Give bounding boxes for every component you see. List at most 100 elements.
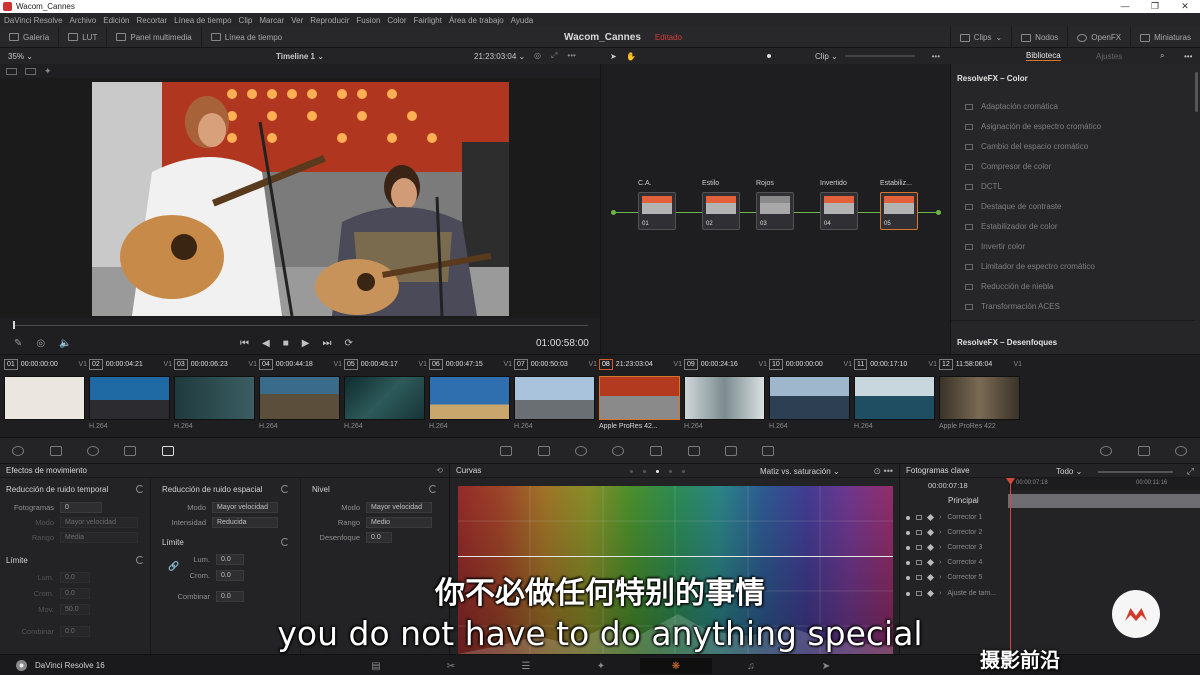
menu-davinci[interactable]: DaVinci Resolve [4, 16, 63, 25]
clip-thumbnail[interactable]: 11 00:00:17:10 V1 H.264 [854, 359, 937, 435]
more-options-icon[interactable]: ••• [1184, 52, 1192, 61]
split-view-icon[interactable] [6, 67, 17, 75]
library-item[interactable]: Cambio del espacio cromático [965, 142, 1088, 151]
menu-archivo[interactable]: Archivo [70, 16, 97, 25]
keyframe-ruler[interactable]: 00:00:07:18 00:00:11:16 [1008, 478, 1200, 490]
library-item[interactable]: Destaque de contraste [965, 202, 1062, 211]
go-to-end-button[interactable]: ⏭ [322, 338, 331, 349]
spatial-intensity-select[interactable]: Reducida [212, 517, 278, 528]
curve-page-dots[interactable] [630, 470, 685, 473]
keyframe-icon[interactable] [926, 513, 935, 522]
nodes-button[interactable]: Nodos [1011, 27, 1067, 48]
output-port[interactable] [936, 210, 941, 215]
library-item[interactable]: Asignación de espectro cromático [965, 122, 1101, 131]
pointer-icon[interactable]: ➤ [610, 52, 617, 61]
clip-thumbnail[interactable]: 03 00:00:06:23 V1 H.264 [174, 359, 257, 435]
menu-clip[interactable]: Clip [239, 16, 253, 25]
maximize-button[interactable]: ❐ [1140, 1, 1170, 12]
keyframe-filter-dropdown[interactable]: Todo ⌄ [1056, 467, 1082, 476]
node-05[interactable]: Estabiliz... 05 [880, 180, 918, 230]
playhead[interactable] [13, 321, 15, 329]
sizing-icon[interactable] [725, 446, 737, 456]
clip-thumbnail[interactable]: 04 00:00:44:18 V1 H.264 [259, 359, 342, 435]
volume-icon[interactable]: 🔈 [59, 338, 71, 349]
keyframe-track[interactable]: › Corrector 2 [906, 528, 982, 537]
reset-icon[interactable]: ⟲ [436, 466, 443, 475]
loop-button[interactable]: ⟳ [344, 338, 352, 349]
level-mode-select[interactable]: Mayor velocidad [366, 502, 432, 513]
close-button[interactable]: ✕ [1170, 1, 1200, 12]
search-icon[interactable]: ⌕ [1160, 51, 1164, 61]
node-02[interactable]: Estilo 02 [702, 180, 740, 230]
stop-button[interactable]: ■ [283, 338, 289, 349]
menu-edicion[interactable]: Edición [103, 16, 129, 25]
reset-icon[interactable] [281, 538, 289, 546]
reset-icon[interactable] [281, 485, 289, 493]
eye-icon[interactable] [1100, 446, 1112, 456]
keyframe-track[interactable]: › Corrector 3 [906, 543, 982, 552]
menu-color[interactable]: Color [387, 16, 406, 25]
keyframe-icon[interactable] [926, 528, 935, 537]
reset-icon[interactable] [136, 485, 144, 493]
menu-recortar[interactable]: Recortar [136, 16, 167, 25]
edit-page-button[interactable]: ☰ [490, 658, 562, 674]
color-match-icon[interactable] [50, 446, 62, 456]
source-timecode[interactable]: 21:23:03:04 ⌄ [474, 52, 525, 61]
keyframe-track[interactable]: › Corrector 1 [906, 513, 982, 522]
highlight-icon[interactable]: ✦ [44, 66, 52, 77]
library-item[interactable]: Reducción de niebla [965, 282, 1054, 291]
keyframe-track[interactable]: › Corrector 4 [906, 558, 982, 567]
rgb-mixer-icon[interactable] [124, 446, 136, 456]
library-item[interactable]: DCTL [965, 182, 1002, 191]
clip-thumbnail[interactable]: 02 00:00:04:21 V1 H.264 [89, 359, 172, 435]
clip-thumbnail[interactable]: 01 00:00:00:00 V1 [4, 359, 87, 435]
clips-button[interactable]: Clips ⌄ [949, 27, 1011, 48]
tracker-icon[interactable] [612, 446, 624, 456]
zoom-dropdown[interactable]: 35% ⌄ [0, 52, 33, 61]
hand-icon[interactable]: ✋ [626, 52, 636, 61]
timeline-button[interactable]: Línea de tiempo [202, 27, 291, 47]
library-category[interactable]: ResolveFX – Color [957, 74, 1028, 83]
lock-icon[interactable] [916, 560, 922, 565]
more-options-icon[interactable]: ••• [567, 51, 575, 61]
menu-area-trabajo[interactable]: Área de trabajo [449, 16, 504, 25]
library-category[interactable]: ResolveFX – Desenfoques [957, 338, 1057, 347]
keyframe-zoom-slider[interactable] [1098, 471, 1173, 473]
clip-thumbnail[interactable]: 05 00:00:45:17 V1 H.264 [344, 359, 427, 435]
clip-thumbnail[interactable]: 06 00:00:47:15 V1 H.264 [429, 359, 512, 435]
cut-page-button[interactable]: ✂ [415, 658, 487, 674]
node-zoom-dot[interactable] [767, 54, 771, 58]
keyframe-icon[interactable] [926, 543, 935, 552]
openfx-button[interactable]: OpenFX [1067, 27, 1130, 48]
picker-icon[interactable]: ✎ [14, 338, 22, 349]
node-graph[interactable]: C.A. 01 Estilo 02 Rojos 03 Invertido 04 … [600, 64, 950, 354]
color-wheels-icon[interactable] [87, 446, 99, 456]
timeline-selector[interactable]: Timeline 1 ⌄ [276, 52, 324, 61]
level-range-select[interactable]: Medio [366, 517, 432, 528]
curve-mode-dropdown[interactable]: Matiz vs. saturación ⌄ [760, 467, 840, 476]
library-item[interactable]: Compresor de color [965, 162, 1051, 171]
node-04[interactable]: Invertido 04 [820, 180, 858, 230]
node-01[interactable]: C.A. 01 [638, 180, 676, 230]
viewer-scrubber[interactable] [0, 318, 600, 332]
clip-thumbnail[interactable]: 12 11:58:06:04 V1 Apple ProRes 422 [939, 359, 1022, 435]
menu-reproducir[interactable]: Reproducir [310, 16, 349, 25]
expand-icon[interactable]: ⤢ [551, 51, 557, 61]
qualifier-icon[interactable] [538, 446, 550, 456]
menu-marcar[interactable]: Marcar [259, 16, 284, 25]
motion-effects-icon[interactable] [162, 446, 174, 456]
node-zoom-slider[interactable] [845, 55, 915, 57]
curves-icon[interactable] [500, 446, 512, 456]
window-icon[interactable] [575, 446, 587, 456]
video-frame[interactable]: ↗ [92, 82, 509, 316]
tab-ajustes[interactable]: Ajustes [1096, 52, 1122, 61]
library-item[interactable]: Estabilizador de color [965, 222, 1057, 231]
scopes-icon[interactable] [1138, 446, 1150, 456]
curve-line[interactable] [458, 556, 893, 557]
fairlight-page-button[interactable]: ♫ [715, 658, 787, 674]
deliver-page-button[interactable]: ➤ [790, 658, 862, 674]
play-reverse-button[interactable]: ◀ [262, 338, 270, 349]
blur-icon[interactable] [650, 446, 662, 456]
lock-icon[interactable] [916, 545, 922, 550]
3d-icon[interactable] [762, 446, 774, 456]
